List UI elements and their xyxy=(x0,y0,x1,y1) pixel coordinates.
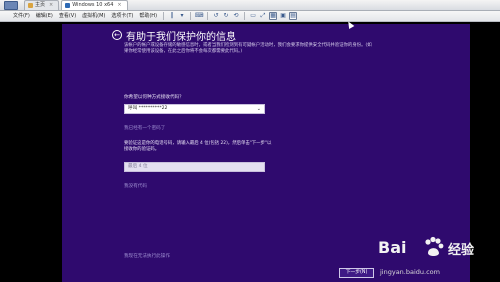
verify-instructions: 要验证这是你的电话号码，请输入最后 4 位(包括 22)，然后单击"下一步"以接… xyxy=(124,141,272,153)
snapshot-icon[interactable]: ↺ xyxy=(212,12,220,20)
stretch-icon[interactable]: ▤ xyxy=(289,12,298,20)
toolbar-divider xyxy=(190,12,192,20)
menu-view[interactable]: 查看(V) xyxy=(56,11,79,21)
menu-file[interactable]: 文件(F) xyxy=(10,11,33,21)
menu-vm[interactable]: 虚拟机(M) xyxy=(79,11,108,21)
home-icon xyxy=(28,3,33,8)
back-arrow-icon: ← xyxy=(114,31,120,39)
tab-windows10-label: Windows 10 x64 xyxy=(72,2,114,8)
next-button[interactable]: 下一步(N) xyxy=(339,268,374,278)
menu-help[interactable]: 帮助(H) xyxy=(136,11,160,21)
toolbar-divider xyxy=(163,12,165,20)
vm-icon xyxy=(65,3,71,8)
tab-home[interactable]: 主页 × xyxy=(24,0,60,10)
tab-home-label: 主页 xyxy=(35,2,46,8)
back-button[interactable]: ← xyxy=(112,30,122,40)
already-have-code-link[interactable]: 我已经有一个密码了 xyxy=(124,125,165,131)
watermark-brand-suffix: 经验 xyxy=(448,243,475,258)
baidu-paw-icon xyxy=(425,236,444,256)
pause-icon[interactable]: ‖ xyxy=(168,12,176,20)
receive-method-select[interactable]: 呼叫 **********22 ⌄ xyxy=(124,104,265,114)
receive-method-value: 呼叫 **********22 xyxy=(128,106,168,111)
chevron-down-icon: ⌄ xyxy=(256,106,261,112)
menu-edit[interactable]: 编辑(E) xyxy=(33,11,56,21)
fullscreen-icon[interactable]: ⤢ xyxy=(259,12,267,20)
cannot-do-now-link[interactable]: 我现在无法执行此操作 xyxy=(124,253,170,259)
unity-icon[interactable]: ▦ xyxy=(269,12,278,20)
last-4-digits-input[interactable]: 最后 4 位 xyxy=(124,162,265,172)
last-4-digits-placeholder: 最后 4 位 xyxy=(128,164,148,169)
page-title: 有助于我们保护你的信息 xyxy=(126,32,236,43)
tab-windows10[interactable]: Windows 10 x64 × xyxy=(61,0,128,10)
host-menu-bar: 文件(F) 编辑(E) 查看(V) 虚拟机(M) 选项卡(T) 帮助(H) ‖ … xyxy=(0,11,500,22)
vm-library-icon[interactable] xyxy=(4,1,18,10)
vm-window-icon[interactable]: ▭ xyxy=(249,12,257,20)
toolbar-divider xyxy=(244,12,246,20)
send-keys-icon[interactable]: ⌨ xyxy=(195,12,204,20)
watermark-url: jingyan.baidu.com xyxy=(380,268,440,276)
console-icon[interactable]: ▣ xyxy=(279,12,287,20)
dropdown-icon[interactable]: ▾ xyxy=(178,12,186,20)
receive-method-label: 你希望以何种方式接收代码？ xyxy=(124,95,184,100)
toolbar-divider xyxy=(207,12,209,20)
host-tab-bar: 主页 × Windows 10 x64 × xyxy=(0,0,500,11)
watermark-brand: Bai xyxy=(378,238,407,257)
page-description: 该帐户的帐户或设备存储的敏感信息时，或者当我们检测到有可疑帐户活动时，我们会要求… xyxy=(124,43,372,55)
no-code-link[interactable]: 我没有代码 xyxy=(124,183,147,189)
snapshot-manager-icon[interactable]: ⟲ xyxy=(232,12,240,20)
close-icon[interactable]: × xyxy=(49,1,53,10)
close-icon[interactable]: × xyxy=(117,1,121,10)
baidu-watermark: Bai 经验 jingyan.baidu.com xyxy=(378,232,496,280)
revert-icon[interactable]: ↻ xyxy=(222,12,230,20)
menu-tabs[interactable]: 选项卡(T) xyxy=(108,11,136,21)
